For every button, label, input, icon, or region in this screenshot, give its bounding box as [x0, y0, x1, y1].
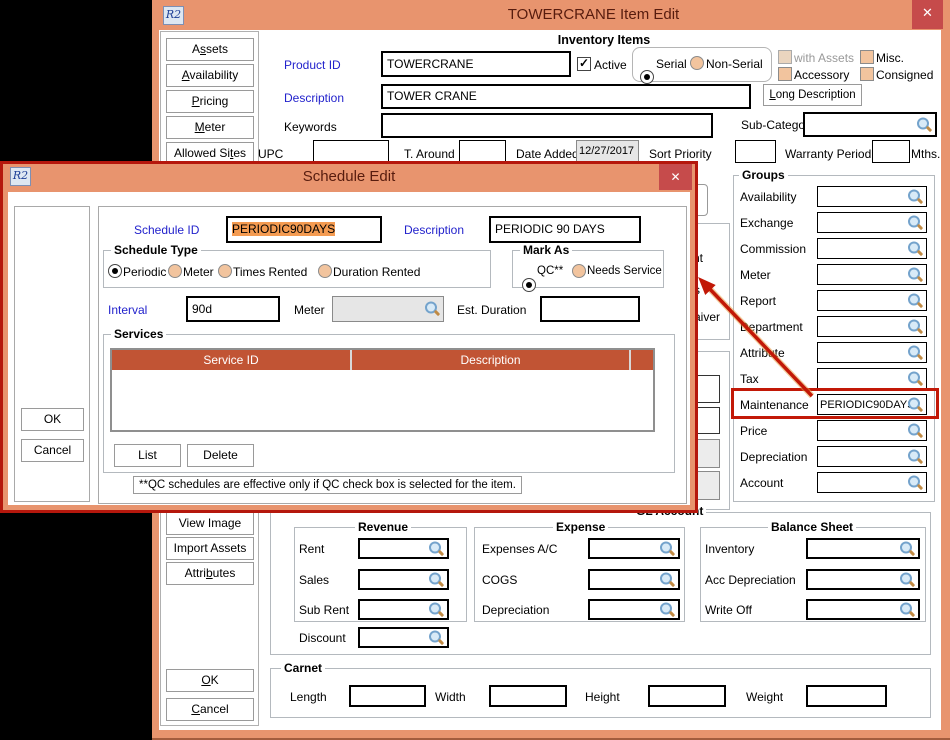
duration-rented-radio[interactable] [318, 264, 332, 278]
close-icon[interactable]: ✕ [659, 164, 692, 190]
meter-field [332, 296, 444, 322]
est-duration-label: Est. Duration [457, 303, 526, 317]
services-title: Services [111, 327, 166, 341]
schedule-id-label: Schedule ID [134, 223, 199, 237]
interval-field[interactable]: 90d [186, 296, 280, 322]
qc-radio[interactable] [522, 278, 536, 292]
meter-type-label: Meter [183, 265, 214, 279]
needs-service-radio[interactable] [572, 264, 586, 278]
mark-as-title: Mark As [520, 243, 572, 257]
column-header-extra[interactable] [631, 350, 653, 370]
services-table-body[interactable] [112, 370, 653, 430]
schedule-description-field[interactable]: PERIODIC 90 DAYS [489, 216, 641, 243]
qc-note: **QC schedules are effective only if QC … [133, 476, 522, 494]
maintenance-highlight-box [731, 388, 939, 419]
schedule-type-title: Schedule Type [111, 243, 201, 257]
screen: R2 TOWERCRANE Item Edit ✕ Assets Availab… [0, 0, 950, 740]
est-duration-field[interactable] [540, 296, 640, 322]
ok-button[interactable]: OK [21, 408, 84, 431]
times-rented-label: Times Rented [233, 265, 307, 279]
schedule-description-label: Description [404, 223, 464, 237]
periodic-radio[interactable] [108, 264, 122, 278]
meter-radio[interactable] [168, 264, 182, 278]
selected-text: PERIODIC90DAYS [232, 222, 335, 236]
schedule-id-field[interactable]: PERIODIC90DAYS [226, 216, 382, 243]
periodic-label: Periodic [123, 265, 166, 279]
needs-service-label: Needs Service [587, 265, 662, 277]
services-table: Service ID Description [110, 348, 655, 432]
times-rented-radio[interactable] [218, 264, 232, 278]
meter-field-label: Meter [294, 303, 325, 317]
search-icon[interactable] [425, 302, 440, 317]
list-button[interactable]: List [114, 444, 181, 467]
duration-rented-label: Duration Rented [333, 265, 420, 279]
qc-label: QC** [537, 265, 563, 277]
cancel-button[interactable]: Cancel [21, 439, 84, 462]
dialog-title: Schedule Edit [3, 168, 695, 185]
column-header-service-id[interactable]: Service ID [112, 350, 352, 370]
column-header-description[interactable]: Description [352, 350, 631, 370]
delete-button[interactable]: Delete [187, 444, 254, 467]
schedule-edit-dialog: R2 Schedule Edit ✕ OK Cancel Schedule ID… [0, 0, 950, 740]
interval-label: Interval [108, 303, 147, 317]
